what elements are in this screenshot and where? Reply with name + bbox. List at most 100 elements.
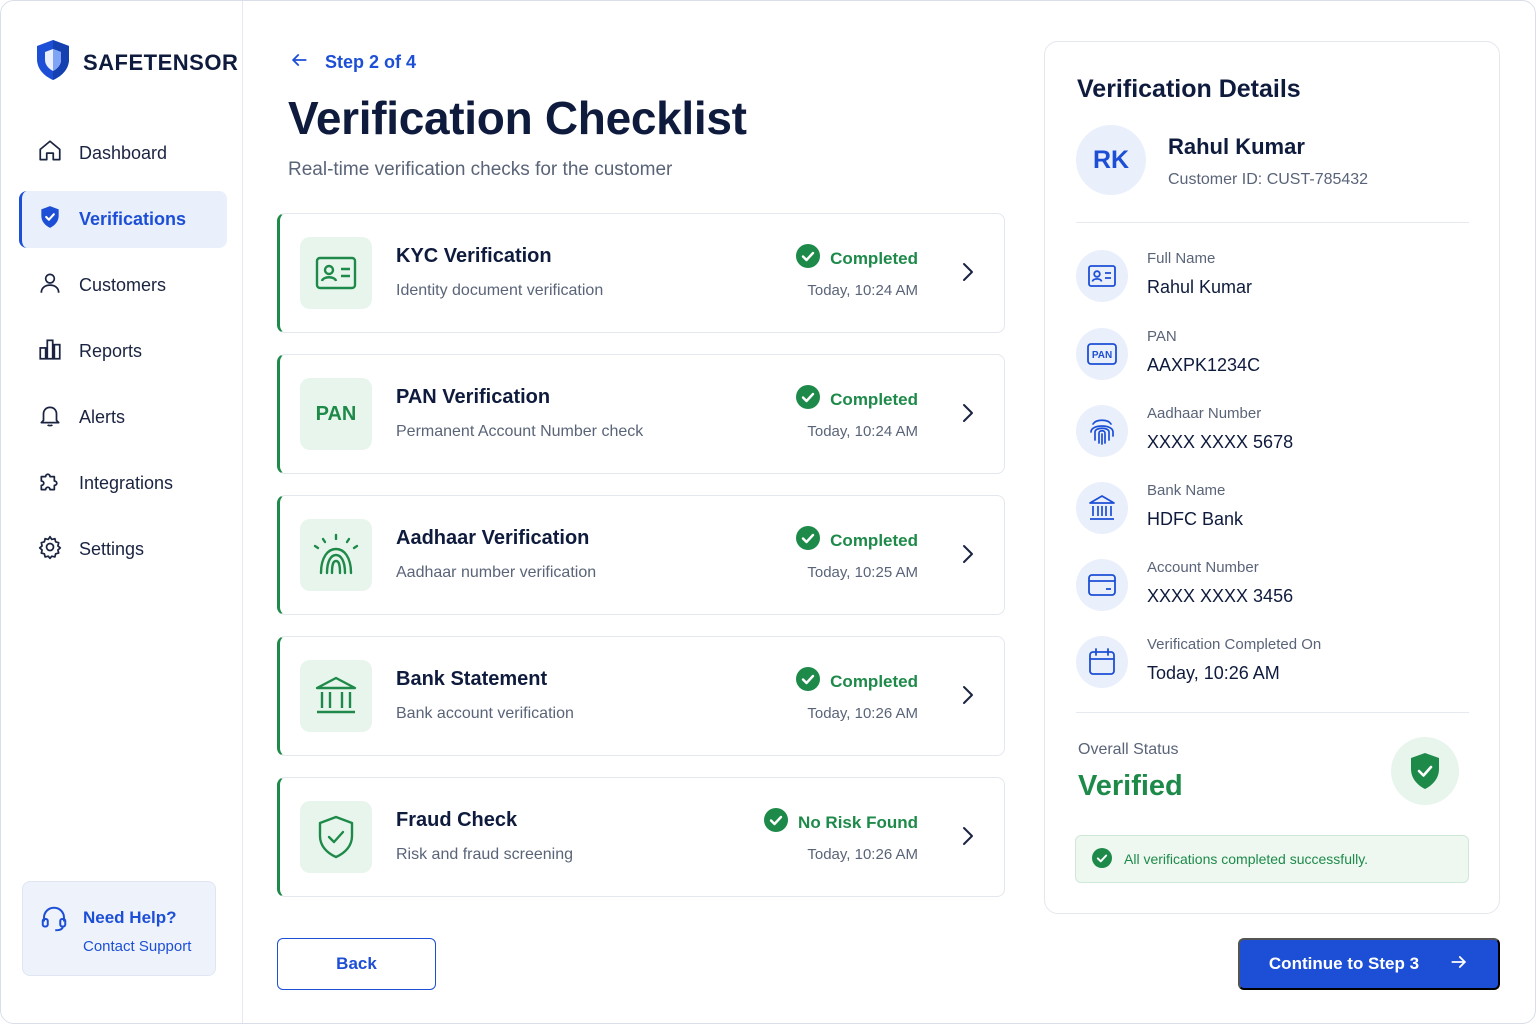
page-subtitle: Real-time verification checks for the cu… [288,159,673,180]
status-text: Completed [830,671,918,691]
user-icon [37,270,63,301]
divider [1076,712,1469,713]
check-card-pan[interactable]: PAN PAN Verification Permanent Account N… [277,354,1005,474]
bank-icon [1076,482,1128,534]
step-indicator[interactable]: Step 2 of 4 [289,50,416,75]
brand-name: SAFETENSOR [83,49,239,75]
puzzle-icon [37,468,63,499]
check-timestamp: Today, 10:26 AM [807,846,918,863]
success-message-text: All verifications completed successfully… [1124,851,1369,867]
detail-value: XXXX XXXX 5678 [1147,432,1294,452]
brand[interactable]: SAFETENSOR [35,39,238,86]
detail-label: Account Number [1147,559,1259,576]
chevron-right-icon[interactable] [958,542,978,571]
chevron-right-icon[interactable] [958,401,978,430]
sidebar-item-label: Dashboard [79,143,168,163]
headset-icon [39,904,69,939]
arrow-left-icon[interactable] [289,50,309,75]
sidebar: SAFETENSOR Dashboard Verifications Custo… [1,1,243,1023]
verification-checklist: KYC Verification Identity document verif… [277,213,1005,918]
panel-title: Verification Details [1077,75,1301,103]
continue-button[interactable]: Continue to Step 3 [1238,938,1500,990]
pan-card-icon: PAN [1076,328,1128,380]
gear-icon [37,534,63,565]
status-badge: No Risk Found [764,808,918,837]
chevron-right-icon[interactable] [958,824,978,853]
check-subtitle: Risk and fraud screening [396,846,573,863]
check-card-aadhaar[interactable]: Aadhaar Verification Aadhaar number veri… [277,495,1005,615]
sidebar-item-label: Reports [79,341,143,361]
help-card[interactable]: Need Help? Contact Support [22,881,216,976]
check-subtitle: Aadhaar number verification [396,564,597,581]
detail-pan: PAN PAN AAXPK1234C [1076,328,1476,388]
sidebar-item-verifications[interactable]: Verifications [19,191,227,248]
check-card-bank[interactable]: Bank Statement Bank account verification… [277,636,1005,756]
check-subtitle: Bank account verification [396,705,574,722]
success-message: All verifications completed successfully… [1075,835,1469,883]
check-title: Fraud Check [396,809,518,831]
app-window: SAFETENSOR Dashboard Verifications Custo… [0,0,1536,1024]
help-title: Need Help? [83,908,177,927]
check-timestamp: Today, 10:24 AM [807,282,918,299]
calendar-icon [1076,636,1128,688]
status-badge: Completed [796,244,918,273]
divider [1076,222,1469,223]
chevron-right-icon[interactable] [958,683,978,712]
sidebar-item-label: Alerts [79,407,126,427]
home-icon [37,138,63,169]
status-text: Completed [830,248,918,268]
fingerprint-icon [1076,405,1128,457]
pan-text-icon: PAN [300,378,372,450]
card-icon [1076,559,1128,611]
logo-shield-icon [35,39,71,86]
customer-id: Customer ID: CUST-785432 [1168,171,1369,188]
verified-shield-icon [1391,737,1459,805]
status-badge: Completed [796,385,918,414]
detail-value: Rahul Kumar [1147,277,1253,297]
check-circle-icon [1092,847,1112,871]
sidebar-item-integrations[interactable]: Integrations [19,455,227,512]
check-subtitle: Permanent Account Number check [396,423,644,440]
status-badge: Completed [796,526,918,555]
check-title: PAN Verification [396,386,551,408]
check-circle-icon [796,526,821,555]
check-title: Bank Statement [396,668,548,690]
detail-label: Full Name [1147,250,1216,267]
check-card-fraud[interactable]: Fraud Check Risk and fraud screening No … [277,777,1005,897]
sidebar-item-customers[interactable]: Customers [19,257,227,314]
detail-label: Verification Completed On [1147,636,1322,653]
bar-chart-icon [37,336,63,367]
sidebar-nav: Dashboard Verifications Customers Report… [19,125,227,587]
customer-name: Rahul Kumar [1168,134,1305,159]
verification-details-panel: Verification Details RK Rahul Kumar Cust… [1044,41,1500,914]
bank-icon [300,660,372,732]
sidebar-item-label: Integrations [79,473,174,493]
detail-account-number: Account Number XXXX XXXX 3456 [1076,559,1476,619]
chevron-right-icon[interactable] [958,260,978,289]
detail-completed-on: Verification Completed On Today, 10:26 A… [1076,636,1476,696]
avatar: RK [1076,125,1146,195]
sidebar-item-reports[interactable]: Reports [19,323,227,380]
check-circle-icon [764,808,789,837]
detail-label: Aadhaar Number [1147,405,1262,422]
sidebar-item-dashboard[interactable]: Dashboard [19,125,227,182]
detail-aadhaar: Aadhaar Number XXXX XXXX 5678 [1076,405,1476,465]
continue-button-label: Continue to Step 3 [1268,954,1420,973]
sidebar-item-label: Customers [79,275,167,295]
check-circle-icon [796,667,821,696]
overall-status-value: Verified [1078,770,1183,802]
check-title: KYC Verification [396,245,552,267]
status-text: Completed [830,530,918,550]
shield-check-icon [37,204,63,235]
detail-value: XXXX XXXX 3456 [1147,586,1294,606]
id-card-icon [1076,250,1128,302]
sidebar-item-label: Settings [79,539,145,559]
back-button[interactable]: Back [277,938,436,990]
detail-value: HDFC Bank [1147,509,1244,529]
check-card-kyc[interactable]: KYC Verification Identity document verif… [277,213,1005,333]
sidebar-item-alerts[interactable]: Alerts [19,389,227,446]
contact-support-link[interactable]: Contact Support [83,938,191,955]
arrow-right-icon [1449,952,1469,977]
bell-icon [37,402,63,433]
sidebar-item-settings[interactable]: Settings [19,521,227,578]
